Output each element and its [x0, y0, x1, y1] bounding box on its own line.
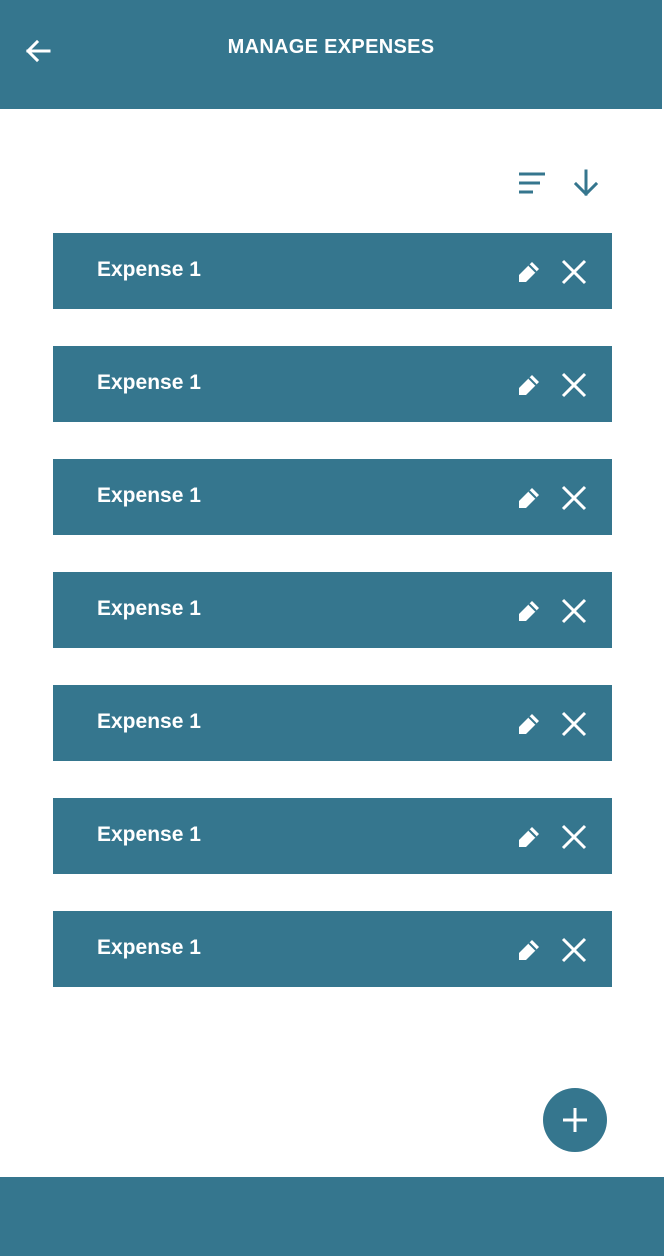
- edit-expense-button[interactable]: [514, 822, 544, 852]
- close-icon: [561, 937, 587, 963]
- delete-expense-button[interactable]: [558, 934, 590, 966]
- expense-label: Expense 1: [97, 823, 201, 846]
- close-icon: [561, 824, 587, 850]
- add-expense-button[interactable]: [543, 1088, 607, 1152]
- delete-expense-button[interactable]: [558, 821, 590, 853]
- pencil-icon: [519, 714, 539, 734]
- pencil-icon: [519, 827, 539, 847]
- arrow-down-icon: [573, 169, 599, 197]
- edit-expense-button[interactable]: [514, 596, 544, 626]
- list-item[interactable]: Expense 1: [53, 798, 612, 874]
- list-item[interactable]: Expense 1: [53, 459, 612, 535]
- pencil-icon: [519, 940, 539, 960]
- delete-expense-button[interactable]: [558, 482, 590, 514]
- expense-label: Expense 1: [97, 936, 201, 959]
- expense-label: Expense 1: [97, 710, 201, 733]
- close-icon: [561, 485, 587, 511]
- edit-expense-button[interactable]: [514, 257, 544, 287]
- pencil-icon: [519, 375, 539, 395]
- close-icon: [561, 259, 587, 285]
- list-item[interactable]: Expense 1: [53, 233, 612, 309]
- edit-expense-button[interactable]: [514, 483, 544, 513]
- app-header: MANAGE EXPENSES: [0, 0, 662, 109]
- pencil-icon: [519, 488, 539, 508]
- page-title: MANAGE EXPENSES: [227, 36, 435, 58]
- sort-direction-button[interactable]: [569, 166, 603, 200]
- list-item[interactable]: Expense 1: [53, 911, 612, 987]
- pencil-icon: [519, 262, 539, 282]
- expense-label: Expense 1: [97, 258, 201, 281]
- sort-lines-icon: [519, 172, 545, 194]
- expense-label: Expense 1: [97, 597, 201, 620]
- delete-expense-button[interactable]: [558, 595, 590, 627]
- list-item[interactable]: Expense 1: [53, 346, 612, 422]
- edit-expense-button[interactable]: [514, 709, 544, 739]
- bottom-bar: [0, 1177, 664, 1256]
- edit-expense-button[interactable]: [514, 370, 544, 400]
- delete-expense-button[interactable]: [558, 708, 590, 740]
- expense-label: Expense 1: [97, 484, 201, 507]
- pencil-icon: [519, 601, 539, 621]
- plus-icon: [563, 1108, 587, 1132]
- delete-expense-button[interactable]: [558, 369, 590, 401]
- expense-list: Expense 1 Expense 1 Expense 1 Expense 1 Expe…: [53, 233, 612, 1024]
- sort-button[interactable]: [514, 166, 548, 200]
- list-item[interactable]: Expense 1: [53, 685, 612, 761]
- close-icon: [561, 372, 587, 398]
- close-icon: [561, 711, 587, 737]
- close-icon: [561, 598, 587, 624]
- list-item[interactable]: Expense 1: [53, 572, 612, 648]
- edit-expense-button[interactable]: [514, 935, 544, 965]
- delete-expense-button[interactable]: [558, 256, 590, 288]
- expense-label: Expense 1: [97, 371, 201, 394]
